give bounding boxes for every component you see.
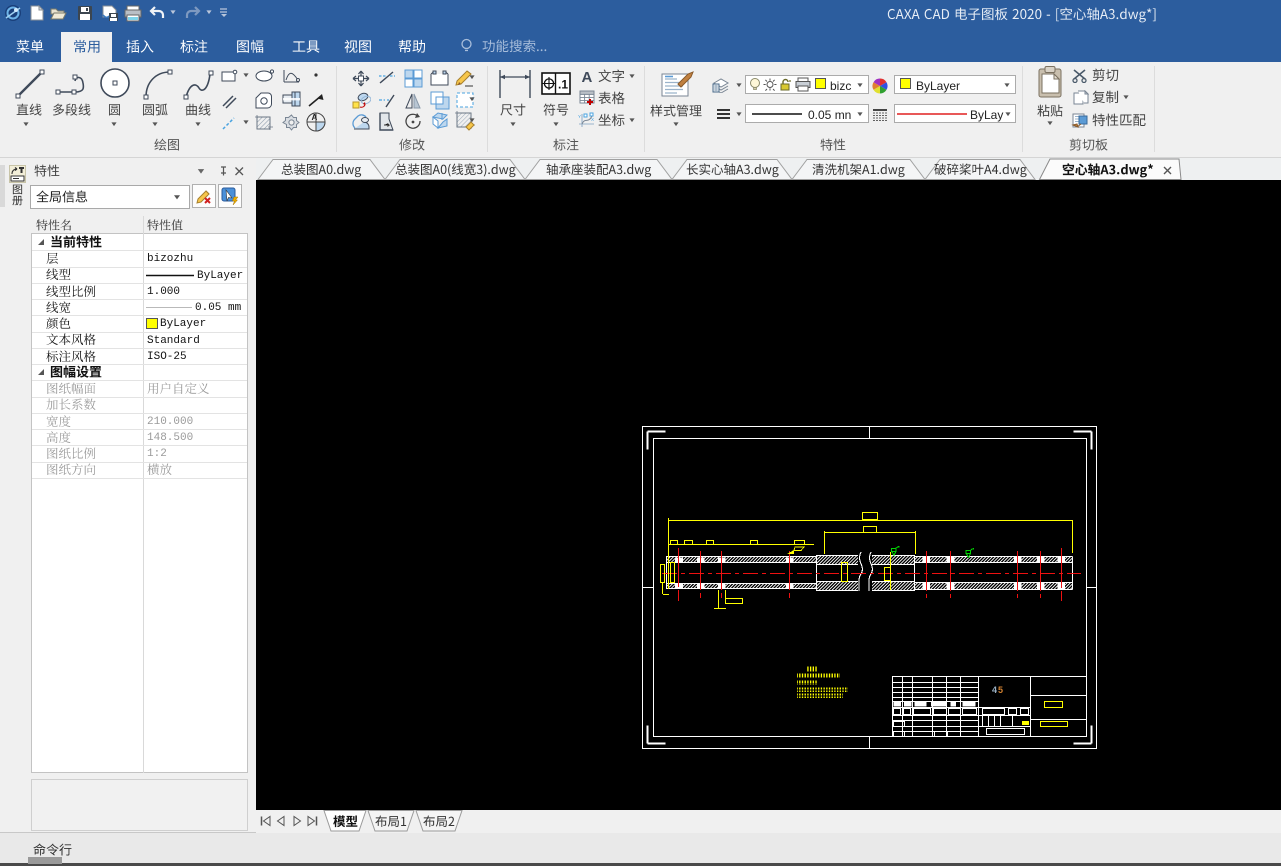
svg-text:Y: Y bbox=[578, 114, 581, 119]
svg-text:.1: .1 bbox=[558, 78, 568, 92]
svg-text:X: X bbox=[591, 117, 594, 122]
svg-text:A: A bbox=[312, 113, 318, 122]
svg-text:4: 4 bbox=[992, 685, 997, 695]
svg-text:5: 5 bbox=[998, 685, 1003, 695]
